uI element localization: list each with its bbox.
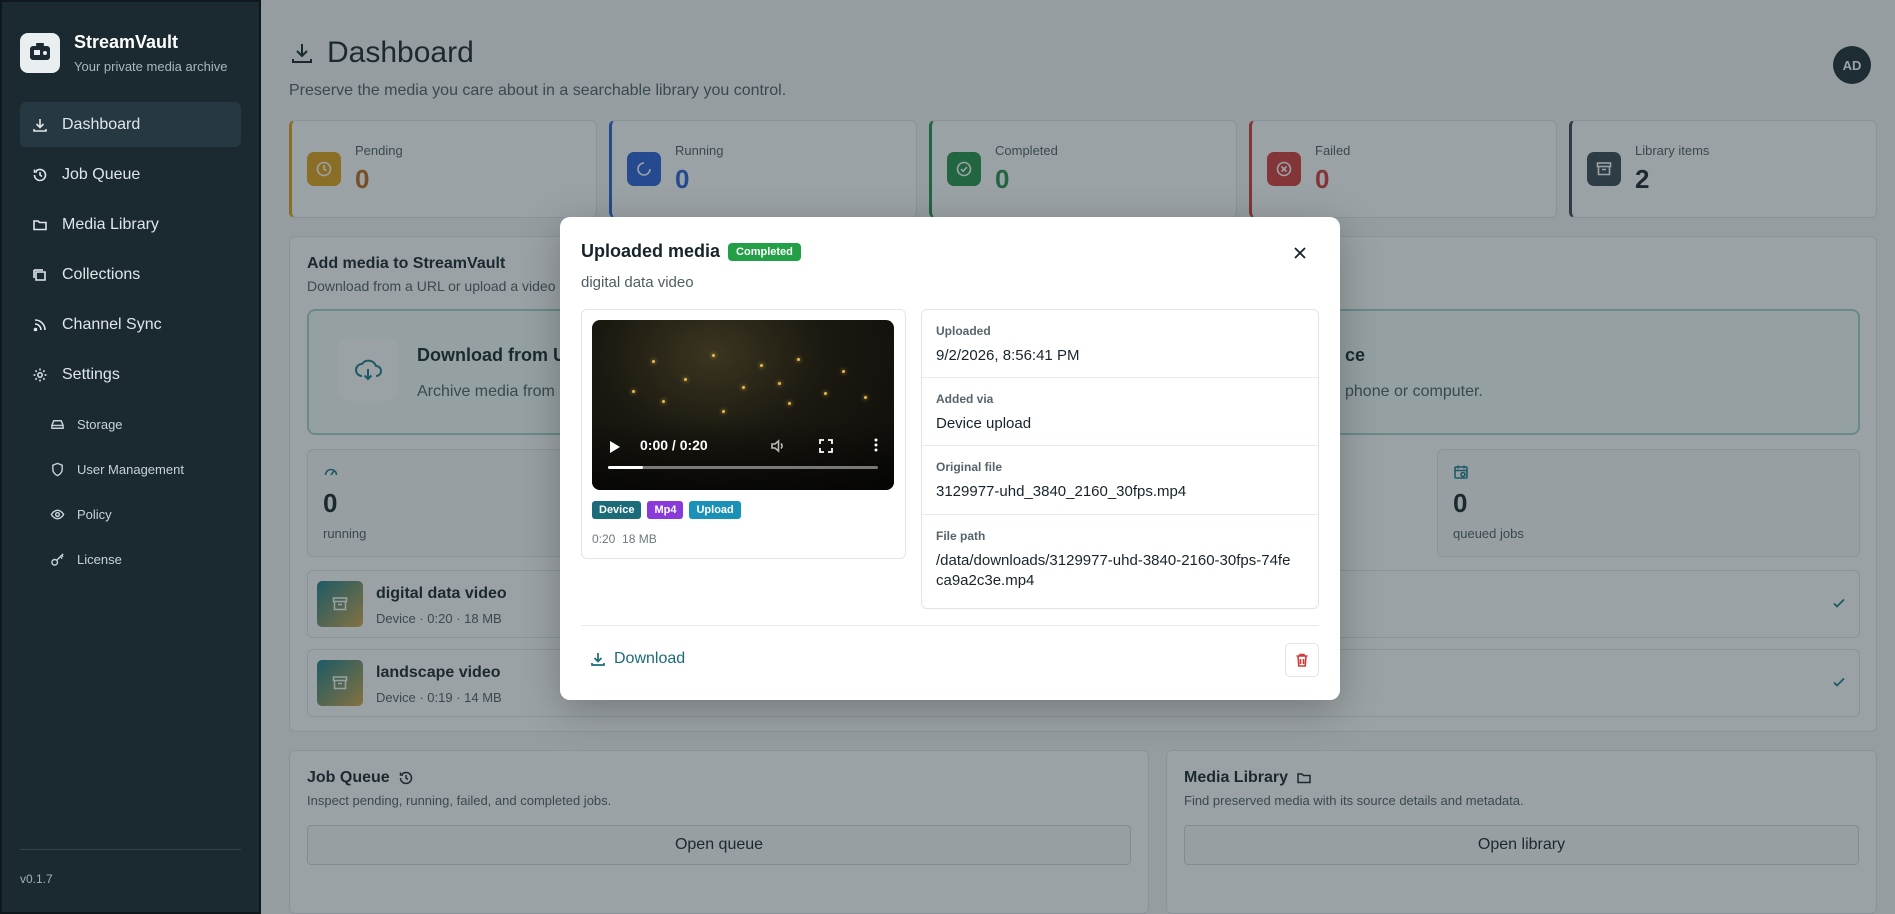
- sidebar-item-collections[interactable]: Collections: [20, 252, 241, 297]
- app-name: StreamVault: [74, 32, 179, 52]
- drive-icon: [51, 420, 64, 429]
- app-version: v0.1.7: [20, 872, 53, 886]
- download-icon: [591, 653, 605, 666]
- tag-upload: Upload: [689, 501, 741, 519]
- sidebar-subitem-label: Storage: [77, 417, 123, 432]
- tag-device: Device: [592, 501, 642, 519]
- detail-uploaded: Uploaded 9/2/2026, 8:56:41 PM: [922, 310, 1318, 378]
- detail-value: 9/2/2026, 8:56:41 PM: [936, 347, 1080, 364]
- video-duration: 0:20: [592, 532, 616, 546]
- sidebar-item-storage[interactable]: Storage: [20, 402, 241, 447]
- detail-added-via: Added via Device upload: [922, 378, 1318, 446]
- sidebar-subitem-label: Policy: [77, 507, 112, 522]
- detail-label: Added via: [936, 392, 994, 406]
- brand: StreamVault Your private media archive: [2, 2, 259, 74]
- sidebar-item-label: Channel Sync: [62, 315, 162, 333]
- video-card: 0:00 / 0:20 Device Mp4 Upload 0:20 18 MB: [581, 309, 906, 559]
- detail-original-file: Original file 3129977-uhd_3840_2160_30fp…: [922, 446, 1318, 515]
- gear-icon: [33, 368, 47, 381]
- video-meta: 0:20 18 MB: [592, 532, 657, 546]
- modal-divider: [581, 625, 1319, 626]
- sidebar-item-policy[interactable]: Policy: [20, 492, 241, 537]
- delete-button[interactable]: [1285, 643, 1319, 677]
- folder-icon: [33, 219, 47, 230]
- sidebar-nav: Dashboard Job Queue Media Library Collec…: [2, 102, 259, 582]
- sidebar-item-job-queue[interactable]: Job Queue: [20, 152, 241, 197]
- rss-icon: [33, 318, 46, 331]
- modal-subtitle: digital data video: [581, 274, 694, 291]
- shield-icon: [52, 462, 63, 477]
- video-controls: [592, 420, 894, 490]
- detail-value: Device upload: [936, 415, 1032, 432]
- sidebar-item-label: Media Library: [62, 215, 159, 233]
- app-logo-icon: [20, 33, 60, 73]
- sidebar-item-dashboard[interactable]: Dashboard: [20, 102, 241, 147]
- play-icon[interactable]: [610, 441, 620, 453]
- sidebar-item-license[interactable]: License: [20, 537, 241, 582]
- download-button[interactable]: Download: [590, 650, 685, 668]
- trash-icon: [1296, 653, 1308, 667]
- sidebar-item-user-management[interactable]: User Management: [20, 447, 241, 492]
- fullscreen-icon[interactable]: [818, 438, 834, 454]
- video-time: 0:00 / 0:20: [640, 437, 708, 453]
- detail-value: 3129977-uhd_3840_2160_30fps.mp4: [936, 483, 1187, 500]
- sidebar-item-label: Settings: [62, 365, 120, 383]
- modal-header: Uploaded media Completed: [581, 241, 801, 262]
- video-progress-bar[interactable]: [608, 466, 878, 469]
- eye-icon: [50, 509, 65, 520]
- tag-mp4: Mp4: [647, 501, 684, 519]
- video-progress-fill: [608, 466, 644, 469]
- download-button-label: Download: [614, 650, 686, 667]
- sidebar-subitem-label: License: [77, 552, 122, 567]
- sidebar-subitem-label: User Management: [77, 462, 184, 477]
- sidebar-item-media-library[interactable]: Media Library: [20, 202, 241, 247]
- video-player[interactable]: 0:00 / 0:20: [592, 320, 894, 490]
- download-icon: [33, 118, 47, 132]
- history-icon: [33, 168, 47, 181]
- media-tags: Device Mp4 Upload: [592, 501, 741, 519]
- sidebar-divider: [20, 849, 241, 850]
- detail-label: Original file: [936, 460, 1003, 474]
- detail-value: /data/downloads/3129977-uhd-3840-2160-30…: [936, 552, 1291, 589]
- detail-file-path: File path /data/downloads/3129977-uhd-38…: [922, 515, 1318, 608]
- app-tagline: Your private media archive: [74, 59, 228, 74]
- video-size: 18 MB: [622, 532, 657, 546]
- more-vertical-icon[interactable]: [868, 437, 884, 453]
- collections-icon: [33, 268, 46, 281]
- sidebar: StreamVault Your private media archive D…: [0, 0, 261, 914]
- status-badge: Completed: [728, 242, 801, 261]
- key-icon: [51, 553, 64, 566]
- sidebar-item-label: Collections: [62, 265, 141, 283]
- detail-label: File path: [936, 529, 986, 543]
- uploaded-media-modal: Uploaded media Completed digital data vi…: [560, 217, 1340, 700]
- close-icon[interactable]: [1290, 243, 1310, 263]
- media-details: Uploaded 9/2/2026, 8:56:41 PM Added via …: [921, 309, 1319, 609]
- modal-title: Uploaded media: [581, 241, 721, 261]
- volume-icon[interactable]: [770, 438, 786, 454]
- sidebar-item-channel-sync[interactable]: Channel Sync: [20, 302, 241, 347]
- sidebar-item-settings[interactable]: Settings: [20, 352, 241, 397]
- sidebar-item-label: Job Queue: [62, 165, 141, 183]
- sidebar-item-label: Dashboard: [62, 115, 141, 133]
- detail-label: Uploaded: [936, 324, 991, 338]
